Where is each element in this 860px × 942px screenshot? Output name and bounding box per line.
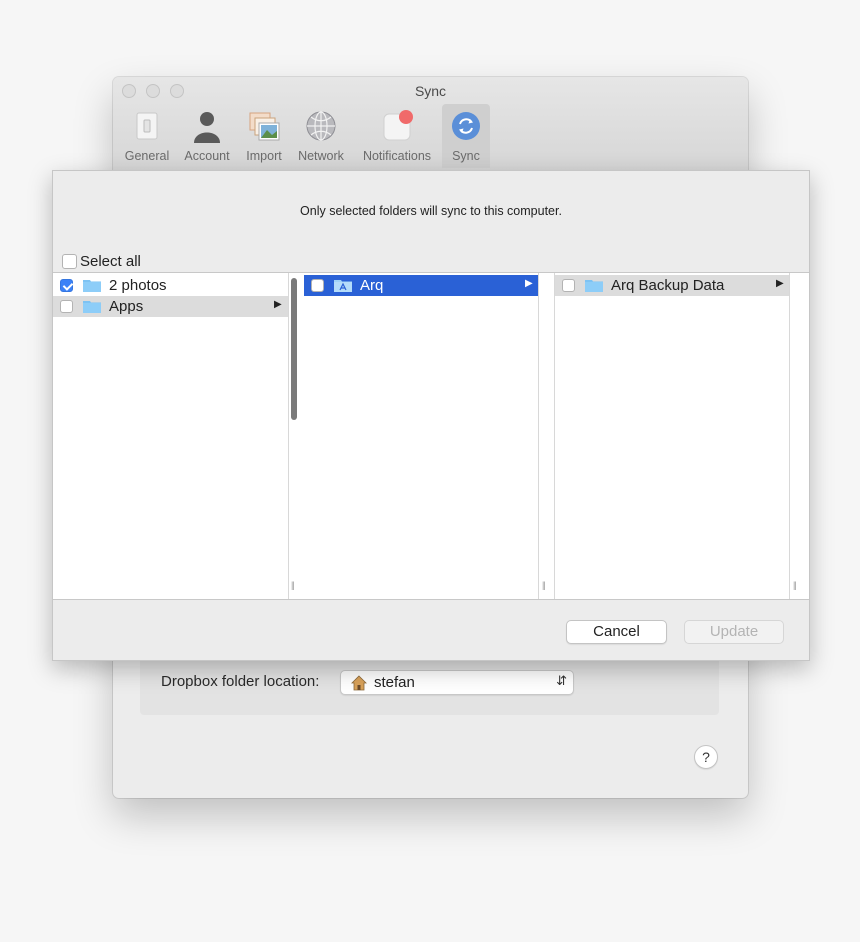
- folder-browser: 2 photos Apps ▶ || Arq ▶ || Arq Backup D…: [53, 272, 809, 600]
- browser-column-3: Arq Backup Data ▶ ||: [555, 273, 797, 599]
- update-button[interactable]: Update: [684, 620, 784, 644]
- up-down-chevron-icon: ⇵: [556, 673, 567, 688]
- toolbar-notifications[interactable]: Notifications: [354, 104, 440, 168]
- folder-icon: [585, 280, 603, 292]
- folder-checkbox[interactable]: [562, 279, 575, 292]
- folder-checkbox[interactable]: [60, 279, 73, 292]
- window-title: Sync: [414, 83, 447, 99]
- browser-column-2: Arq ▶ ||: [304, 273, 546, 599]
- home-icon: [351, 675, 367, 691]
- browser-column-1: 2 photos Apps ▶ ||: [53, 273, 297, 599]
- select-all-checkbox[interactable]: Select all: [62, 253, 141, 271]
- folder-location-value: stefan: [374, 674, 415, 691]
- column-resize-handle[interactable]: ||: [542, 580, 546, 590]
- select-all-box[interactable]: [62, 254, 77, 270]
- help-button[interactable]: ?: [694, 745, 718, 769]
- list-item-arq-backup-data[interactable]: Arq Backup Data ▶: [555, 275, 789, 296]
- list-item-2-photos[interactable]: 2 photos: [53, 275, 288, 296]
- toolbar-account[interactable]: Account: [179, 104, 235, 168]
- list-item-apps[interactable]: Apps ▶: [53, 296, 288, 317]
- person-icon: [194, 112, 220, 143]
- folder-label: Apps: [109, 298, 144, 315]
- selective-sync-sheet: Only selected folders will sync to this …: [52, 170, 810, 661]
- list-item-arq[interactable]: Arq ▶: [304, 275, 538, 296]
- folder-location-popup[interactable]: stefan ⇵: [340, 670, 574, 695]
- column-divider: [789, 273, 790, 599]
- select-all-label: Select all: [80, 253, 141, 271]
- switch-icon: [136, 112, 158, 140]
- app-folder-icon: [334, 280, 352, 292]
- folder-checkbox[interactable]: [60, 300, 73, 313]
- folder-icon: [83, 301, 101, 313]
- column-resize-handle[interactable]: ||: [291, 580, 295, 590]
- toolbar-network[interactable]: Network: [293, 104, 349, 168]
- column-resize-handle[interactable]: ||: [793, 580, 797, 590]
- column-divider: [538, 273, 539, 599]
- folder-label: Arq: [360, 277, 384, 294]
- disclosure-arrow-icon: ▶: [776, 278, 784, 289]
- globe-icon: [306, 111, 336, 141]
- folder-location-label: Dropbox folder location:: [161, 673, 320, 690]
- sync-icon: [452, 112, 480, 140]
- toolbar-import[interactable]: Import: [240, 104, 288, 168]
- folder-icon: [83, 280, 101, 292]
- folder-label: 2 photos: [109, 277, 167, 294]
- cancel-button[interactable]: Cancel: [566, 620, 667, 644]
- disclosure-arrow-icon: ▶: [525, 278, 533, 289]
- column-divider: [288, 273, 289, 599]
- folder-checkbox[interactable]: [311, 279, 324, 292]
- notification-icon: [383, 110, 413, 141]
- toolbar-general[interactable]: General: [120, 104, 174, 168]
- sheet-message: Only selected folders will sync to this …: [300, 204, 562, 218]
- scrollbar-thumb[interactable]: [291, 278, 297, 420]
- folder-label: Arq Backup Data: [611, 277, 725, 294]
- photos-icon: [249, 112, 280, 141]
- disclosure-arrow-icon: ▶: [274, 299, 282, 310]
- title-bar: Sync General Account Import Network Noti…: [113, 77, 748, 172]
- toolbar-sync[interactable]: Sync: [442, 104, 490, 168]
